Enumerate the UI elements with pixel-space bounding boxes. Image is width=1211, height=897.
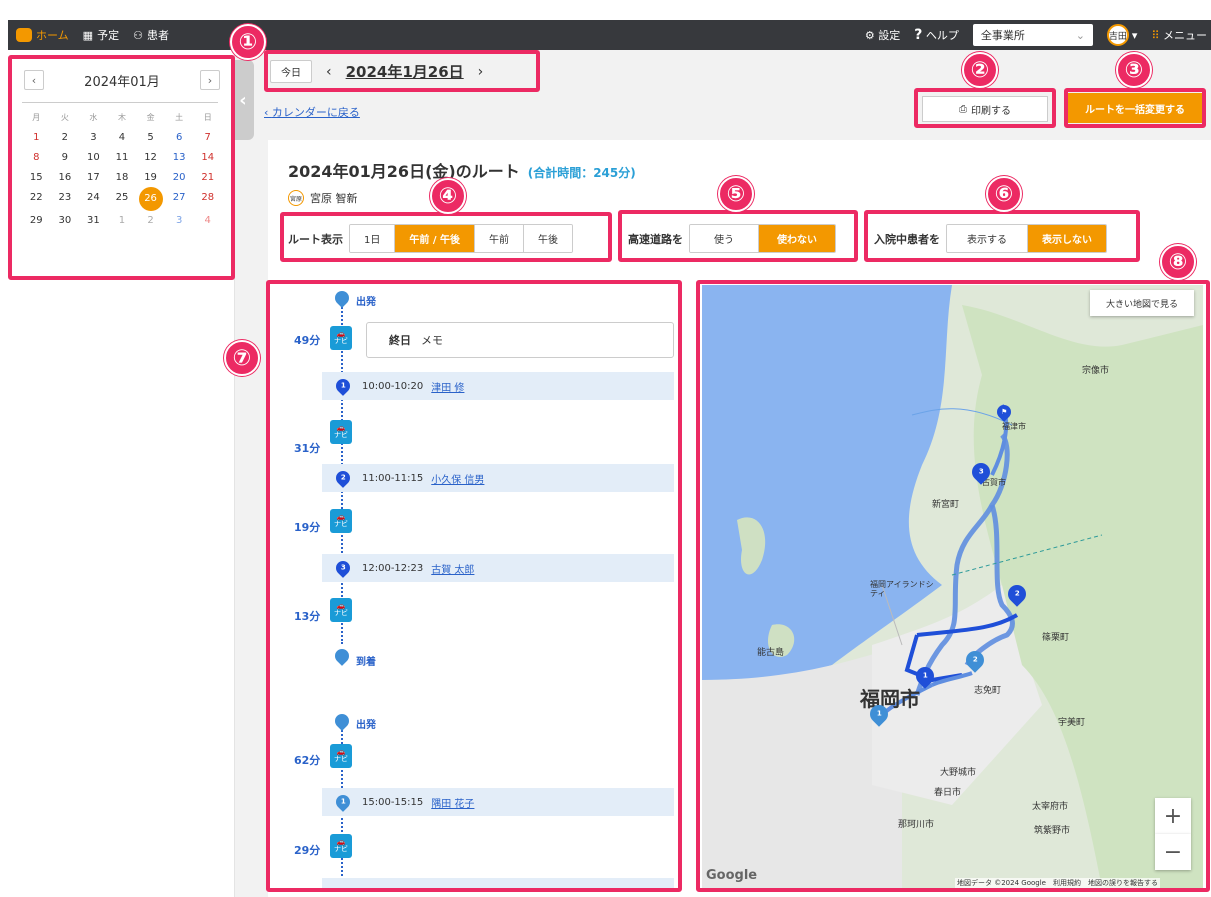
highlight-box-4	[280, 212, 612, 262]
calendar-icon: ▦	[82, 28, 94, 42]
staff-badge: 宮原	[288, 190, 304, 206]
back-to-calendar-link[interactable]: ‹ カレンダーに戻る	[264, 104, 360, 120]
route-total-time: (合計時間：245分)	[527, 166, 636, 180]
grid-icon: ⠿	[1151, 29, 1160, 42]
highlight-box-3	[1064, 88, 1206, 128]
route-title-text: 2024年01月26日(金)のルート	[288, 162, 520, 181]
caret-down-icon: ▾	[1131, 28, 1138, 42]
highlight-box-8	[696, 280, 1210, 892]
annotation-3: ③	[1116, 52, 1152, 88]
annotation-8: ⑧	[1160, 244, 1196, 280]
person-icon: ⚇	[133, 28, 143, 42]
office-select[interactable]: 全事業所 ⌄	[972, 24, 1093, 46]
gear-icon: ⚙	[864, 29, 875, 42]
staff-info: 宮原 宮原 智新	[288, 190, 358, 206]
annotation-4: ④	[430, 178, 466, 214]
collapse-sidebar-button[interactable]: ‹	[232, 60, 254, 140]
highlight-box-5	[618, 210, 858, 262]
annotation-1: ①	[230, 24, 266, 60]
highlight-box-1b	[264, 50, 540, 92]
settings-link[interactable]: ⚙ 設定	[865, 27, 900, 43]
highlight-box-1	[8, 55, 235, 280]
highlight-box-2	[914, 88, 1056, 128]
chevron-down-icon: ⌄	[1075, 28, 1085, 42]
annotation-6: ⑥	[986, 176, 1022, 212]
nav-patients[interactable]: ⚇ 患者	[133, 27, 169, 43]
staff-name: 宮原 智新	[310, 192, 358, 205]
top-navigation-bar: ホーム ▦ 予定 ⚇ 患者 ⚙ 設定 ? ヘルプ 全事業所 ⌄ 吉田 ▾ ⠿ メニュー	[8, 20, 1211, 50]
question-icon: ?	[914, 27, 923, 43]
menu-button[interactable]: ⠿ メニュー	[1151, 27, 1211, 43]
annotation-7: ⑦	[224, 340, 260, 376]
route-title: 2024年01月26日(金)のルート (合計時間：245分)	[288, 158, 636, 182]
highlight-box-7	[266, 280, 682, 892]
nav-schedule[interactable]: ▦ 予定	[83, 27, 119, 43]
highlight-box-6	[864, 210, 1140, 262]
annotation-2: ②	[962, 52, 998, 88]
back-link-label: カレンダーに戻る	[271, 106, 360, 119]
avatar: 吉田	[1106, 24, 1129, 46]
user-menu[interactable]: 吉田 ▾	[1106, 24, 1138, 46]
nav-home[interactable]: ホーム	[16, 27, 69, 43]
help-link[interactable]: ? ヘルプ	[914, 27, 959, 43]
logo-icon	[16, 28, 32, 42]
annotation-5: ⑤	[718, 176, 754, 212]
chevron-left-icon: ‹	[239, 89, 247, 111]
